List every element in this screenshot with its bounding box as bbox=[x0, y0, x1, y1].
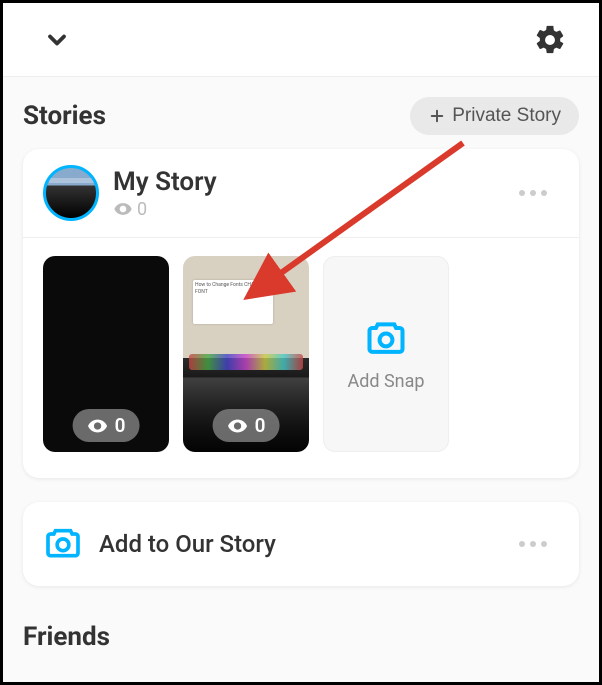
snap-thumbnail[interactable]: 0 bbox=[43, 256, 169, 452]
chevron-down-icon bbox=[43, 26, 71, 54]
my-story-header[interactable]: My Story 0 bbox=[23, 149, 579, 238]
my-story-title: My Story bbox=[113, 167, 507, 197]
stories-title: Stories bbox=[23, 101, 106, 131]
my-story-info: My Story 0 bbox=[113, 167, 507, 220]
more-icon bbox=[517, 188, 549, 198]
my-story-view-count: 0 bbox=[137, 199, 147, 220]
eye-icon bbox=[227, 415, 249, 437]
stories-header: Stories Private Story bbox=[23, 97, 579, 135]
my-story-views: 0 bbox=[113, 199, 507, 220]
add-to-our-story-button[interactable]: Add to Our Story bbox=[23, 502, 579, 586]
snap-view-badge: 0 bbox=[213, 409, 280, 442]
camera-icon bbox=[364, 317, 408, 361]
add-snap-label: Add Snap bbox=[347, 371, 424, 392]
add-snap-button[interactable]: Add Snap bbox=[323, 256, 449, 452]
camera-icon bbox=[43, 524, 83, 564]
snap-view-count: 0 bbox=[115, 414, 126, 437]
my-story-card: My Story 0 0 0 bbox=[23, 149, 579, 478]
snap-view-count: 0 bbox=[255, 414, 266, 437]
top-bar bbox=[3, 3, 599, 77]
my-story-more-button[interactable] bbox=[507, 188, 559, 198]
eye-icon bbox=[87, 415, 109, 437]
settings-button[interactable] bbox=[533, 22, 569, 58]
snap-view-badge: 0 bbox=[73, 409, 140, 442]
private-story-button[interactable]: Private Story bbox=[410, 97, 579, 135]
add-to-our-story-label: Add to Our Story bbox=[99, 530, 491, 558]
snaps-row: 0 0 Add Snap bbox=[23, 238, 579, 478]
gear-icon bbox=[533, 23, 567, 57]
friends-title: Friends bbox=[3, 586, 599, 652]
private-story-label: Private Story bbox=[452, 105, 561, 127]
eye-icon bbox=[113, 199, 133, 219]
our-story-more-button[interactable] bbox=[507, 539, 559, 549]
snap-thumbnail[interactable]: 0 bbox=[183, 256, 309, 452]
plus-icon bbox=[428, 107, 446, 125]
collapse-button[interactable] bbox=[43, 24, 75, 56]
my-story-avatar bbox=[43, 165, 99, 221]
snap-content-decoration bbox=[189, 354, 303, 370]
stories-section: Stories Private Story My Story 0 bbox=[3, 77, 599, 586]
more-icon bbox=[517, 539, 549, 549]
